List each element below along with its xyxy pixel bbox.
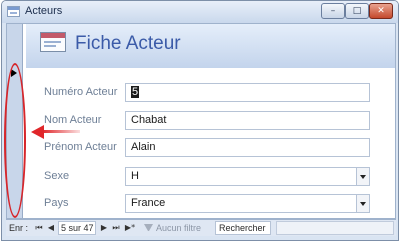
chevron-down-icon[interactable] <box>356 168 369 185</box>
record-navigation-bar: Enr : ⏮ ◀ 5 sur 47 ▶ ⏭ ▶* Aucun filtre R… <box>6 219 396 236</box>
label-numero-acteur: Numéro Acteur <box>44 86 118 98</box>
form-window-icon <box>7 6 20 17</box>
maximize-button[interactable]: □ <box>345 3 369 19</box>
search-input[interactable]: Rechercher <box>215 221 271 235</box>
label-pays: Pays <box>44 197 69 209</box>
last-record-icon[interactable]: ⏭ <box>111 221 121 235</box>
label-prenom-acteur: Prénom Acteur <box>44 141 117 153</box>
pays-combo[interactable]: France <box>125 194 370 213</box>
numero-acteur-field[interactable]: 5 <box>125 83 370 102</box>
filter-label: Aucun filtre <box>156 223 202 233</box>
next-record-icon[interactable]: ▶ <box>99 221 109 235</box>
prenom-acteur-field[interactable]: Alain <box>125 138 370 157</box>
label-sexe: Sexe <box>44 170 70 182</box>
sexe-value: H <box>131 170 139 182</box>
horizontal-scrollbar[interactable] <box>276 221 394 235</box>
chevron-down-icon[interactable] <box>356 195 369 212</box>
numero-acteur-value: 5 <box>131 86 140 98</box>
title-bar[interactable]: Acteurs – □ ✕ <box>2 1 398 23</box>
form-title: Fiche Acteur <box>75 33 181 54</box>
red-annotation-arrow-shaft <box>42 130 80 133</box>
form-header: Fiche Acteur <box>26 24 395 68</box>
form-content: Fiche Acteur Numéro Acteur 5 Nom Acteur … <box>6 23 396 219</box>
label-nom-acteur: Nom Acteur <box>44 114 102 126</box>
nom-acteur-field[interactable]: Chabat <box>125 111 370 130</box>
record-nav-label: Enr : <box>9 223 29 233</box>
current-record-field[interactable]: 5 sur 47 <box>58 221 96 235</box>
red-annotation-ellipse <box>4 63 26 218</box>
window-title: Acteurs <box>25 5 63 17</box>
close-button[interactable]: ✕ <box>369 3 393 19</box>
first-record-icon[interactable]: ⏮ <box>34 221 44 235</box>
new-record-icon[interactable]: ▶* <box>123 221 137 235</box>
pays-value: France <box>131 197 166 209</box>
previous-record-icon[interactable]: ◀ <box>46 221 56 235</box>
filter-icon <box>144 224 153 233</box>
red-annotation-arrow-icon <box>31 125 44 139</box>
sexe-combo[interactable]: H <box>125 167 370 186</box>
access-form-window: Acteurs – □ ✕ Fiche Acteur Numéro Acteur… <box>1 0 399 241</box>
minimize-button[interactable]: – <box>321 3 345 19</box>
form-icon <box>40 32 66 52</box>
